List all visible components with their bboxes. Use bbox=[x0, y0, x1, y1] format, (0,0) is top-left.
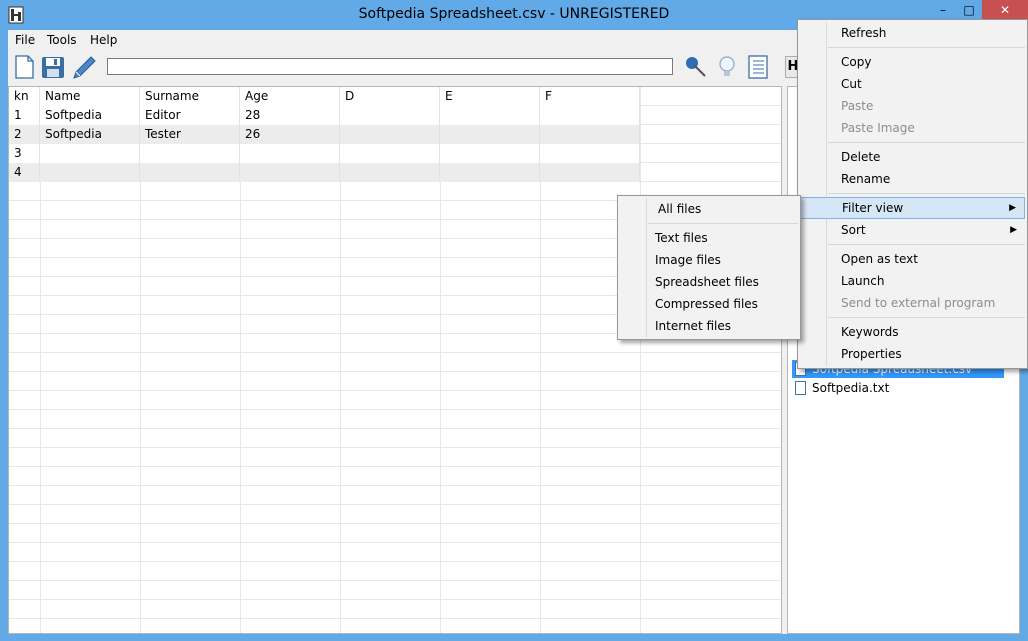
column-header[interactable]: kn bbox=[9, 87, 40, 106]
menu-item-label: Filter view bbox=[842, 201, 904, 215]
menu-separator bbox=[828, 317, 1025, 318]
menu-item-paste[interactable]: Paste bbox=[800, 95, 1025, 117]
table-cell[interactable] bbox=[440, 144, 540, 163]
table-cell[interactable]: Softpedia bbox=[40, 125, 140, 144]
edit-pencil-icon[interactable] bbox=[71, 54, 97, 80]
document-list-icon[interactable] bbox=[745, 54, 771, 80]
menu-item-properties[interactable]: Properties bbox=[800, 343, 1025, 365]
menu-item-launch[interactable]: Launch bbox=[800, 270, 1025, 292]
menu-item-send-external[interactable]: Send to external program bbox=[800, 292, 1025, 314]
table-cell[interactable] bbox=[240, 144, 340, 163]
table-cell[interactable]: Editor bbox=[140, 106, 240, 125]
lightbulb-icon[interactable] bbox=[714, 54, 740, 80]
menu-item-keywords[interactable]: Keywords bbox=[800, 321, 1025, 343]
menu-separator bbox=[828, 244, 1025, 245]
column-header[interactable]: E bbox=[440, 87, 540, 106]
table-cell[interactable] bbox=[440, 163, 540, 182]
menu-separator bbox=[828, 47, 1025, 48]
table-cell[interactable] bbox=[40, 144, 140, 163]
context-menu: Refresh Copy Cut Paste Paste Image Delet… bbox=[797, 19, 1028, 369]
minimize-button[interactable]: – bbox=[930, 0, 956, 20]
column-header[interactable]: Name bbox=[40, 87, 140, 106]
menu-tools[interactable]: Tools bbox=[47, 33, 77, 47]
table-cell[interactable] bbox=[540, 163, 640, 182]
table-cell[interactable] bbox=[340, 163, 440, 182]
filter-submenu: All files Text files Image files Spreads… bbox=[617, 195, 801, 340]
menu-item-cut[interactable]: Cut bbox=[800, 73, 1025, 95]
menu-item-refresh[interactable]: Refresh bbox=[800, 22, 1025, 44]
table-cell[interactable] bbox=[340, 125, 440, 144]
filter-compressed-files[interactable]: Compressed files bbox=[620, 293, 798, 315]
row-number: 2 bbox=[9, 125, 40, 144]
menu-item-delete[interactable]: Delete bbox=[800, 146, 1025, 168]
menu-item-filter-view[interactable]: Filter view ▶ bbox=[800, 197, 1025, 219]
table-cell[interactable] bbox=[140, 144, 240, 163]
table-cell[interactable] bbox=[440, 106, 540, 125]
table-cell[interactable] bbox=[440, 125, 540, 144]
submenu-arrow-icon: ▶ bbox=[1010, 225, 1017, 235]
table-row[interactable]: 3 bbox=[9, 144, 640, 163]
menu-separator bbox=[828, 142, 1025, 143]
menu-separator bbox=[648, 223, 798, 224]
pin-icon[interactable] bbox=[682, 54, 708, 80]
table-row[interactable]: 4 bbox=[9, 163, 640, 182]
column-header[interactable]: F bbox=[540, 87, 640, 106]
menu-item-rename[interactable]: Rename bbox=[800, 168, 1025, 190]
menu-item-copy[interactable]: Copy bbox=[800, 51, 1025, 73]
column-header[interactable]: D bbox=[340, 87, 440, 106]
menu-item-label: Sort bbox=[841, 223, 866, 237]
row-number: 1 bbox=[9, 106, 40, 125]
path-input[interactable] bbox=[107, 58, 673, 75]
column-header[interactable]: Age bbox=[240, 87, 340, 106]
row-number: 3 bbox=[9, 144, 40, 163]
save-icon[interactable] bbox=[40, 54, 66, 80]
table-cell[interactable]: 26 bbox=[240, 125, 340, 144]
table-cell[interactable]: Tester bbox=[140, 125, 240, 144]
table-row[interactable]: 2 Softpedia Tester 26 bbox=[9, 125, 640, 144]
grid-vline bbox=[640, 87, 641, 633]
table-cell[interactable] bbox=[140, 163, 240, 182]
menu-item-paste-image[interactable]: Paste Image bbox=[800, 117, 1025, 139]
menu-item-sort[interactable]: Sort ▶ bbox=[800, 219, 1025, 241]
submenu-arrow-icon: ▶ bbox=[1009, 203, 1016, 213]
filter-spreadsheet-files[interactable]: Spreadsheet files bbox=[620, 271, 798, 293]
table-cell[interactable] bbox=[240, 163, 340, 182]
row-number: 4 bbox=[9, 163, 40, 182]
spreadsheet-grid[interactable]: kn Name Surname Age D E F 1 Softpedia Ed… bbox=[8, 86, 782, 634]
table-cell[interactable] bbox=[340, 144, 440, 163]
table-row[interactable]: 1 Softpedia Editor 28 bbox=[9, 106, 640, 125]
filter-image-files[interactable]: Image files bbox=[620, 249, 798, 271]
filter-internet-files[interactable]: Internet files bbox=[620, 315, 798, 337]
table-cell[interactable] bbox=[540, 106, 640, 125]
menu-file[interactable]: File bbox=[15, 33, 35, 47]
file-icon bbox=[795, 381, 806, 395]
table-cell[interactable]: 28 bbox=[240, 106, 340, 125]
filter-all-files[interactable]: All files bbox=[620, 198, 798, 220]
table-cell[interactable] bbox=[40, 163, 140, 182]
menu-item-open-as-text[interactable]: Open as text bbox=[800, 248, 1025, 270]
new-file-icon[interactable] bbox=[11, 54, 37, 80]
close-button[interactable]: ✕ bbox=[982, 0, 1028, 20]
file-item[interactable]: Softpedia.txt bbox=[792, 379, 889, 397]
table-cell[interactable] bbox=[540, 125, 640, 144]
menu-separator bbox=[828, 193, 1025, 194]
file-name: Softpedia.txt bbox=[812, 381, 890, 395]
maximize-button[interactable]: □ bbox=[956, 0, 982, 20]
menu-help[interactable]: Help bbox=[90, 33, 117, 47]
filter-text-files[interactable]: Text files bbox=[620, 227, 798, 249]
table-cell[interactable] bbox=[340, 106, 440, 125]
table-cell[interactable]: Softpedia bbox=[40, 106, 140, 125]
column-header[interactable]: Surname bbox=[140, 87, 240, 106]
grid-header-row: kn Name Surname Age D E F bbox=[9, 87, 640, 106]
table-cell[interactable] bbox=[540, 144, 640, 163]
